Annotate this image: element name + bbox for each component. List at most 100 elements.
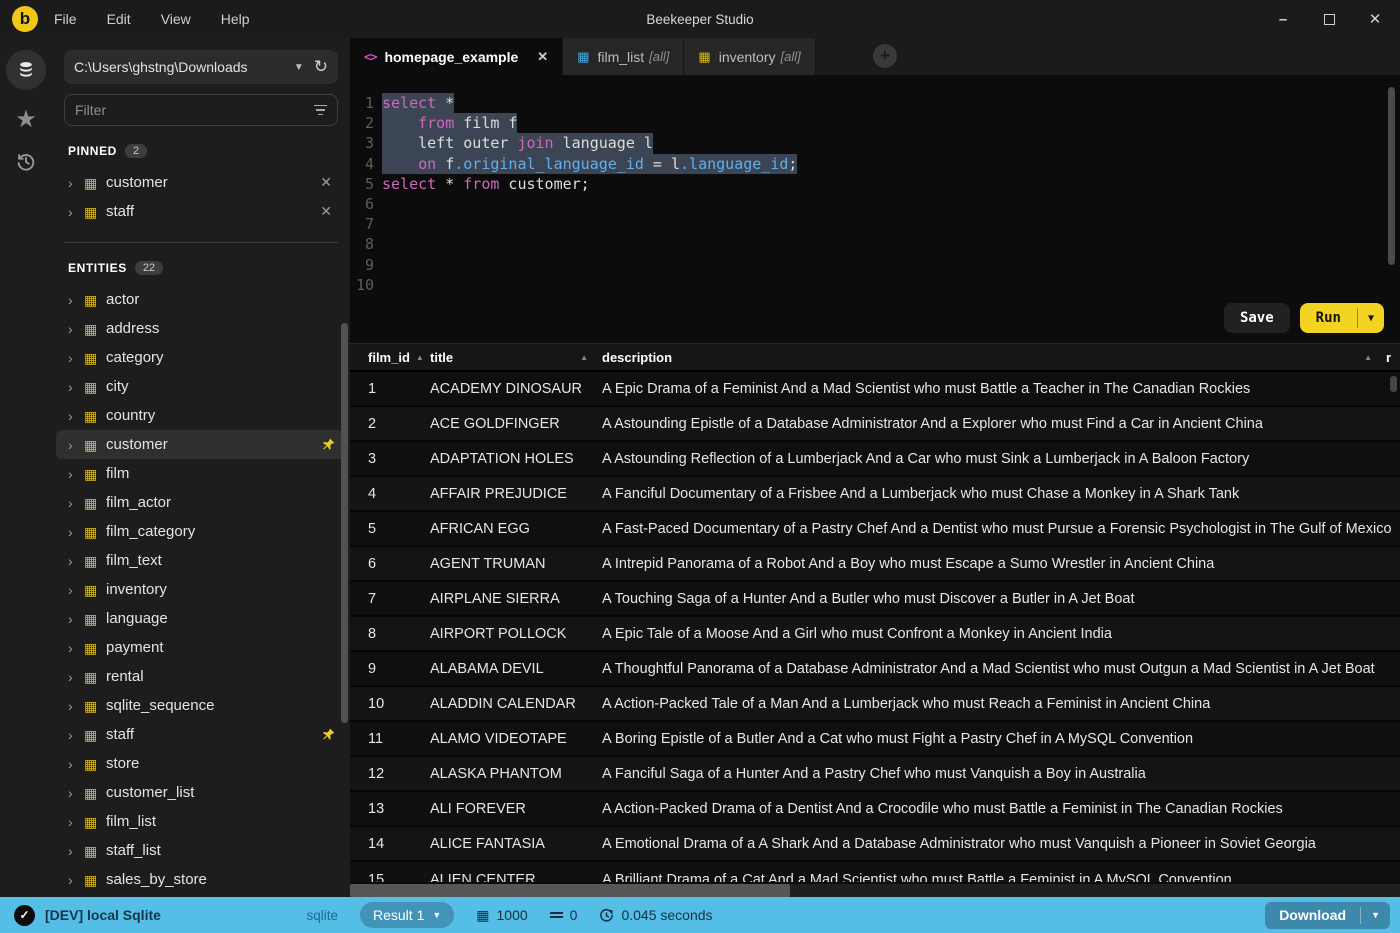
cell-description[interactable]: A Fanciful Documentary of a Frisbee And … (602, 486, 1400, 502)
chevron-right-icon[interactable]: › (68, 611, 84, 627)
cell-film-id[interactable]: 3 (350, 451, 430, 467)
cell-description[interactable]: A Epic Drama of a Feminist And a Mad Sci… (602, 381, 1400, 397)
run-dropdown-caret-icon[interactable]: ▼ (1358, 313, 1384, 324)
editor-scrollbar[interactable] (1388, 87, 1395, 265)
table-row[interactable]: 4 AFFAIR PREJUDICE A Fanciful Documentar… (350, 477, 1400, 512)
cell-description[interactable]: A Intrepid Panorama of a Robot And a Boy… (602, 556, 1400, 572)
cell-title[interactable]: ALABAMA DEVIL (430, 661, 602, 677)
cell-description[interactable]: A Touching Saga of a Hunter And a Butler… (602, 591, 1400, 607)
entity-item[interactable]: › ▦ sales_by_store (56, 865, 346, 894)
chevron-right-icon[interactable]: › (68, 437, 84, 453)
cell-description[interactable]: A Emotional Drama of a A Shark And a Dat… (602, 836, 1400, 852)
cell-film-id[interactable]: 12 (350, 766, 430, 782)
chevron-right-icon[interactable]: › (68, 814, 84, 830)
table-row[interactable]: 8 AIRPORT POLLOCK A Epic Tale of a Moose… (350, 617, 1400, 652)
cell-film-id[interactable]: 5 (350, 521, 430, 537)
cell-film-id[interactable]: 15 (350, 872, 430, 883)
close-button[interactable]: ✕ (1366, 10, 1384, 28)
chevron-right-icon[interactable]: › (68, 524, 84, 540)
cell-film-id[interactable]: 9 (350, 661, 430, 677)
column-header-title[interactable]: title ▲ (430, 350, 602, 365)
chevron-right-icon[interactable]: › (68, 408, 84, 424)
filter-icon[interactable] (314, 104, 327, 116)
cell-title[interactable]: AFFAIR PREJUDICE (430, 486, 602, 502)
tab[interactable]: <> homepage_example ✕ (350, 38, 564, 75)
chevron-right-icon[interactable]: › (68, 785, 84, 801)
entity-item[interactable]: › ▦ city (56, 372, 346, 401)
entity-item[interactable]: › ▦ rental (56, 662, 346, 691)
results-vertical-scrollbar[interactable] (1390, 376, 1397, 392)
pin-icon[interactable] (321, 727, 336, 742)
column-header-description[interactable]: description ▲ (602, 350, 1386, 365)
table-row[interactable]: 1 ACADEMY DINOSAUR A Epic Drama of a Fem… (350, 372, 1400, 407)
cell-description[interactable]: A Action-Packed Drama of a Dentist And a… (602, 801, 1400, 817)
chevron-right-icon[interactable]: › (68, 582, 84, 598)
table-row[interactable]: 9 ALABAMA DEVIL A Thoughtful Panorama of… (350, 652, 1400, 687)
chevron-right-icon[interactable]: › (68, 495, 84, 511)
cell-film-id[interactable]: 7 (350, 591, 430, 607)
refresh-icon[interactable]: ↻ (314, 57, 328, 77)
chevron-right-icon[interactable]: › (68, 669, 84, 685)
entity-item[interactable]: › ▦ film_actor (56, 488, 346, 517)
entity-item[interactable]: › ▦ customer (56, 430, 346, 459)
chevron-right-icon[interactable]: › (68, 640, 84, 656)
entity-item[interactable]: › ▦ customer_list (56, 778, 346, 807)
cell-film-id[interactable]: 11 (350, 731, 430, 747)
entity-item[interactable]: › ▦ film (56, 459, 346, 488)
cell-description[interactable]: A Thoughtful Panorama of a Database Admi… (602, 661, 1400, 677)
table-row[interactable]: 10 ALADDIN CALENDAR A Action-Packed Tale… (350, 687, 1400, 722)
maximize-button[interactable] (1320, 10, 1338, 28)
table-row[interactable]: 7 AIRPLANE SIERRA A Touching Saga of a H… (350, 582, 1400, 617)
pin-icon[interactable] (321, 437, 336, 452)
table-row[interactable]: 12 ALASKA PHANTOM A Fanciful Saga of a H… (350, 757, 1400, 792)
download-dropdown-caret-icon[interactable]: ▼ (1361, 910, 1390, 920)
unpin-close-icon[interactable]: ✕ (316, 203, 336, 220)
menu-item[interactable]: Edit (107, 11, 131, 27)
cell-title[interactable]: ALADDIN CALENDAR (430, 696, 602, 712)
column-header-film-id[interactable]: film_id ▲ (350, 350, 430, 365)
cell-film-id[interactable]: 8 (350, 626, 430, 642)
entity-item[interactable]: › ▦ inventory (56, 575, 346, 604)
cell-film-id[interactable]: 14 (350, 836, 430, 852)
cell-description[interactable]: A Epic Tale of a Moose And a Girl who mu… (602, 626, 1400, 642)
entity-item[interactable]: › ▦ film_list (56, 807, 346, 836)
menu-item[interactable]: Help (221, 11, 250, 27)
save-button[interactable]: Save (1223, 303, 1290, 333)
entity-item[interactable]: › ▦ store (56, 749, 346, 778)
cell-title[interactable]: ALI FOREVER (430, 801, 602, 817)
entity-item[interactable]: › ▦ address (56, 314, 346, 343)
cell-film-id[interactable]: 4 (350, 486, 430, 502)
menu-item[interactable]: View (161, 11, 191, 27)
new-tab-button[interactable]: + (873, 44, 897, 68)
cell-title[interactable]: AIRPLANE SIERRA (430, 591, 602, 607)
chevron-right-icon[interactable]: › (68, 350, 84, 366)
entity-item[interactable]: › ▦ payment (56, 633, 346, 662)
entity-item[interactable]: › ▦ staff_list (56, 836, 346, 865)
chevron-right-icon[interactable]: › (68, 175, 84, 191)
chevron-right-icon[interactable]: › (68, 872, 84, 888)
menu-item[interactable]: File (54, 11, 77, 27)
table-row[interactable]: 2 ACE GOLDFINGER A Astounding Epistle of… (350, 407, 1400, 442)
sidebar-scrollbar[interactable] (341, 323, 348, 723)
cell-title[interactable]: ACE GOLDFINGER (430, 416, 602, 432)
history-icon[interactable] (15, 150, 37, 177)
chevron-right-icon[interactable]: › (68, 292, 84, 308)
chevron-right-icon[interactable]: › (68, 204, 84, 220)
cell-title[interactable]: AGENT TRUMAN (430, 556, 602, 572)
cell-title[interactable]: AIRPORT POLLOCK (430, 626, 602, 642)
entity-item[interactable]: › ▦ staff (56, 720, 346, 749)
entity-item[interactable]: › ▦ actor (56, 285, 346, 314)
entity-item[interactable]: › ▦ sqlite_sequence (56, 691, 346, 720)
pinned-item[interactable]: › ▦ customer ✕ (56, 168, 346, 197)
favorites-icon[interactable]: ★ (15, 108, 37, 132)
cell-description[interactable]: A Fast-Paced Documentary of a Pastry Che… (602, 521, 1400, 537)
results-horizontal-scrollbar[interactable] (350, 884, 1400, 897)
chevron-right-icon[interactable]: › (68, 756, 84, 772)
chevron-right-icon[interactable]: › (68, 466, 84, 482)
cell-title[interactable]: ADAPTATION HOLES (430, 451, 602, 467)
tab[interactable]: ▦ inventory [all] (684, 38, 816, 75)
cell-title[interactable]: ACADEMY DINOSAUR (430, 381, 602, 397)
cell-film-id[interactable]: 2 (350, 416, 430, 432)
entity-item[interactable]: › ▦ language (56, 604, 346, 633)
column-header-partial[interactable]: r (1386, 350, 1400, 365)
